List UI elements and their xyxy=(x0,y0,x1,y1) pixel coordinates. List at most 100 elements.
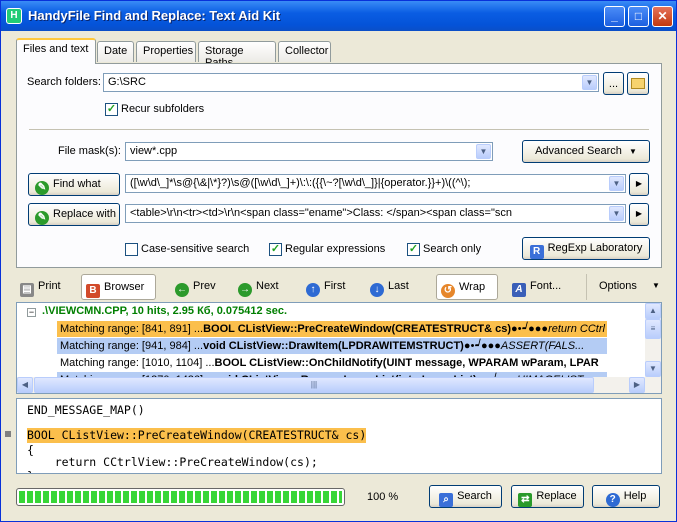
tab-storage-paths[interactable]: Storage Paths xyxy=(198,41,276,69)
chevron-down-icon[interactable]: ▼ xyxy=(582,75,597,90)
scroll-left-icon[interactable]: ◀ xyxy=(17,377,33,393)
result-tail: ●•┙●●●ASSERT(FALS... xyxy=(463,340,585,352)
case-sensitive-checkbox[interactable]: ✓ xyxy=(125,243,138,256)
search-label: Search xyxy=(457,490,492,502)
wrap-icon: ↺ xyxy=(441,284,455,298)
arrow-down-icon: ↓ xyxy=(370,283,384,297)
search-folders-input[interactable]: G:\SRC ▼ xyxy=(103,73,599,92)
code-preview[interactable]: END_MESSAGE_MAP() BOOL CListView::PreCre… xyxy=(16,398,662,474)
scroll-up-icon[interactable]: ▲ xyxy=(645,303,661,319)
chevron-down-icon[interactable]: ▼ xyxy=(609,206,624,221)
scroll-down-icon[interactable]: ▼ xyxy=(645,361,661,377)
printer-icon: ▤ xyxy=(20,283,34,297)
window-title: HandyFile Find and Replace: Text Aid Kit xyxy=(28,8,281,23)
result-code: void CListView::DrawItem(LPDRAWITEMSTRUC… xyxy=(203,340,464,352)
maximize-button[interactable]: □ xyxy=(628,6,649,27)
prev-button[interactable]: ← Prev xyxy=(171,274,229,300)
file-mask-input[interactable]: view*.cpp ▼ xyxy=(125,142,493,161)
browser-button[interactable]: B Browser xyxy=(81,274,156,300)
find-what-button[interactable]: ✎ Find what xyxy=(28,173,120,196)
font-button[interactable]: A Font... xyxy=(508,274,574,300)
result-row[interactable]: Matching range: [841, 891] ...BOOL CList… xyxy=(57,321,607,337)
result-range: Matching range: [1010, 1104] ... xyxy=(60,357,215,369)
tab-date[interactable]: Date xyxy=(97,41,134,62)
search-folders-value: G:\SRC xyxy=(108,76,146,88)
help-icon: ? xyxy=(605,493,620,507)
result-range: Matching range: [941, 984] ... xyxy=(60,340,204,352)
print-label: Print xyxy=(38,280,61,292)
search-only-checkbox[interactable]: ✓ xyxy=(407,243,420,256)
results-list[interactable]: − .\VIEWCMN.CPP, 10 hits, 2.95 Кб, 0.075… xyxy=(16,302,662,394)
browser-label: Browser xyxy=(104,281,145,293)
regular-expressions-label: Regular expressions xyxy=(285,243,386,255)
browse-button[interactable]: ... xyxy=(603,72,624,95)
replace-with-value: <table>\r\n<tr><td>\r\n<span class="enam… xyxy=(130,207,512,219)
find-what-input[interactable]: ([\w\d\_]*\s@{\&|\*}?)\s@([\w\d\_]+)\:\:… xyxy=(125,174,626,193)
app-icon: H xyxy=(6,8,22,24)
pencil-icon: ✎ xyxy=(35,211,49,225)
arrow-up-icon: ↑ xyxy=(306,283,320,297)
replace-with-button[interactable]: ✎ Replace with xyxy=(28,203,120,226)
current-line-marker xyxy=(5,431,11,437)
case-sensitive-label: Case-sensitive search xyxy=(141,243,250,255)
file-mask-label: File mask(s): xyxy=(58,145,121,157)
first-label: First xyxy=(324,280,346,292)
recur-subfolders-label: Recur subfolders xyxy=(121,103,205,115)
regular-expressions-checkbox[interactable]: ✓ xyxy=(269,243,282,256)
file-mask-value: view*.cpp xyxy=(130,145,178,157)
scroll-thumb[interactable]: ≡ xyxy=(645,319,661,339)
folder-icon xyxy=(631,78,645,89)
minimize-button[interactable]: _ xyxy=(604,6,625,27)
options-button[interactable]: Options xyxy=(586,274,646,300)
advanced-search-label: Advanced Search xyxy=(535,145,622,157)
regexp-laboratory-label: RegExp Laboratory xyxy=(547,242,643,254)
arrow-left-icon: ← xyxy=(175,283,189,297)
results-horizontal-scrollbar[interactable]: ◀ ||| ▶ xyxy=(17,377,661,393)
close-button[interactable]: ✕ xyxy=(652,6,673,27)
progress-bar xyxy=(16,488,345,506)
advanced-search-button[interactable]: Advanced Search ▼ xyxy=(522,140,650,163)
result-code: BOOL CListView::OnChildNotify(UINT messa… xyxy=(214,357,599,369)
hscroll-thumb[interactable]: ||| xyxy=(34,377,594,393)
results-toolbar: ▤ Print B Browser ← Prev → Next ↑ First ↓ Last… xyxy=(16,274,662,300)
results-vertical-scrollbar[interactable]: ▲ ≡ ▼ xyxy=(645,303,661,377)
prev-label: Prev xyxy=(193,280,216,292)
collapse-icon[interactable]: − xyxy=(27,308,36,317)
first-button[interactable]: ↑ First xyxy=(302,274,360,300)
chevron-down-icon[interactable]: ▼ xyxy=(476,144,491,159)
wrap-toggle[interactable]: ↺ Wrap xyxy=(436,274,498,300)
replace-button[interactable]: ⇄ Replace xyxy=(511,485,584,508)
help-button[interactable]: ? Help xyxy=(592,485,660,508)
new-folder-button[interactable] xyxy=(627,72,649,95)
tab-properties[interactable]: Properties xyxy=(136,41,196,62)
tab-files-and-text[interactable]: Files and text xyxy=(16,38,96,64)
scroll-right-icon[interactable]: ▶ xyxy=(629,377,645,393)
find-what-menu-button[interactable]: ▶ xyxy=(629,173,649,196)
last-button[interactable]: ↓ Last xyxy=(366,274,424,300)
progress-fill xyxy=(19,491,342,503)
replace-icon: ⇄ xyxy=(518,493,533,507)
chevron-down-icon[interactable]: ▼ xyxy=(609,176,624,191)
dropdown-arrow-icon: ▼ xyxy=(628,147,637,156)
result-row[interactable]: Matching range: [1010, 1104] ...BOOL CLi… xyxy=(57,355,642,371)
recur-subfolders-checkbox[interactable]: ✓ xyxy=(105,103,118,116)
options-label: Options xyxy=(599,280,637,292)
result-row[interactable]: Matching range: [941, 984] ...void CList… xyxy=(57,338,607,354)
result-range: Matching range: [841, 891] ... xyxy=(60,323,204,335)
main-window: H HandyFile Find and Replace: Text Aid K… xyxy=(0,0,677,522)
search-button[interactable]: ⌕ Search xyxy=(429,485,502,508)
next-button[interactable]: → Next xyxy=(234,274,292,300)
tab-collector[interactable]: Collector xyxy=(278,41,331,62)
find-what-label: Find what xyxy=(53,178,101,190)
result-file-line[interactable]: .\VIEWCMN.CPP, 10 hits, 2.95 Кб, 0.07541… xyxy=(42,305,287,317)
regexp-laboratory-button[interactable]: R RegExp Laboratory xyxy=(522,237,650,260)
print-button[interactable]: ▤ Print xyxy=(16,274,76,300)
result-tail: ●•┙●●●return CCtrl xyxy=(511,323,605,335)
search-only-label: Search only xyxy=(423,243,482,255)
title-bar[interactable]: H HandyFile Find and Replace: Text Aid K… xyxy=(1,1,676,31)
replace-with-input[interactable]: <table>\r\n<tr><td>\r\n<span class="enam… xyxy=(125,204,626,223)
last-label: Last xyxy=(388,280,409,292)
pencil-icon: ✎ xyxy=(35,181,49,195)
replace-with-menu-button[interactable]: ▶ xyxy=(629,203,649,226)
options-dropdown-icon[interactable]: ▼ xyxy=(646,274,662,300)
